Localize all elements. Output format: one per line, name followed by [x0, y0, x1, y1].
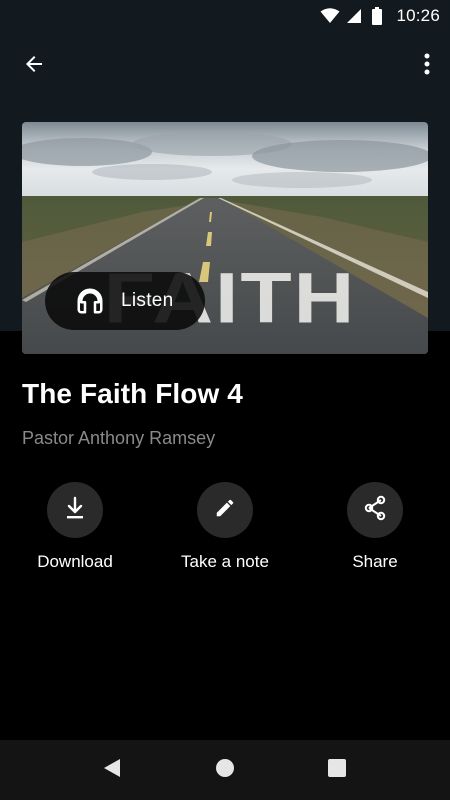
- take-note-action[interactable]: Take a note: [150, 482, 300, 582]
- download-action[interactable]: Download: [0, 482, 150, 582]
- take-note-button[interactable]: [197, 482, 253, 538]
- share-action[interactable]: Share: [300, 482, 450, 582]
- share-label: Share: [352, 552, 398, 571]
- arrow-back-icon: [22, 52, 46, 81]
- listen-button[interactable]: Listen: [45, 272, 205, 330]
- speaker-name: Pastor Anthony Ramsey: [22, 428, 216, 448]
- home-icon: [215, 758, 235, 783]
- more-options-button[interactable]: [412, 46, 442, 86]
- download-icon: [64, 496, 86, 525]
- wifi-icon: [320, 8, 340, 24]
- sermon-title: The Faith Flow 4: [22, 378, 243, 409]
- app-bar: [0, 32, 450, 98]
- headphones-icon: [75, 286, 105, 316]
- nav-home-button[interactable]: [210, 755, 240, 785]
- system-nav-bar: [0, 740, 450, 800]
- back-button[interactable]: [14, 46, 54, 86]
- listen-label: Listen: [121, 290, 174, 311]
- more-vertical-icon: [424, 53, 430, 80]
- cellular-signal-icon: [346, 8, 362, 24]
- download-button[interactable]: [47, 482, 103, 538]
- share-icon: [362, 495, 388, 526]
- pencil-icon: [214, 497, 236, 524]
- status-icons: 10:26: [320, 0, 440, 32]
- status-bar: 10:26: [0, 0, 450, 32]
- battery-icon: [372, 7, 383, 25]
- nav-back-icon: [102, 757, 122, 784]
- nav-recents-button[interactable]: [322, 755, 352, 785]
- status-time: 10:26: [396, 6, 440, 25]
- take-note-label: Take a note: [181, 552, 269, 571]
- recents-icon: [327, 758, 347, 783]
- nav-back-button[interactable]: [97, 755, 127, 785]
- share-button[interactable]: [347, 482, 403, 538]
- download-label: Download: [37, 552, 113, 571]
